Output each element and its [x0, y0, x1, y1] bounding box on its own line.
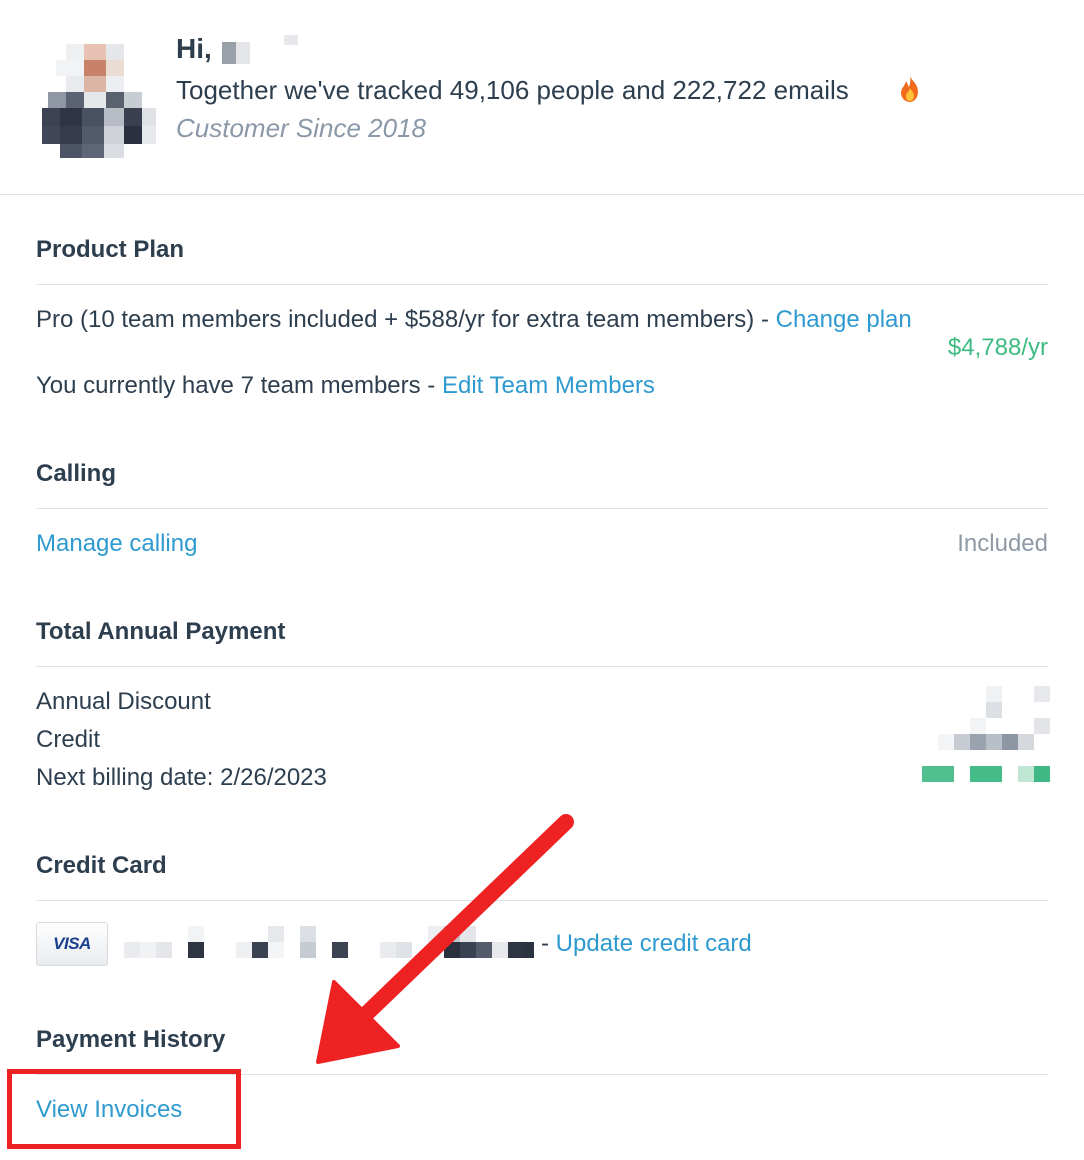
flame-icon — [901, 76, 918, 102]
header-divider — [0, 194, 1084, 195]
annual-discount-label: Annual Discount — [36, 688, 211, 715]
divider — [36, 666, 1048, 667]
redacted-amounts — [920, 684, 1054, 784]
manage-calling-link[interactable]: Manage calling — [36, 530, 197, 558]
payment-history-title: Payment History — [36, 1026, 226, 1053]
visa-card-icon: VISA — [36, 922, 108, 966]
credit-card-title: Credit Card — [36, 852, 167, 879]
redacted-card-number — [120, 924, 540, 960]
product-plan-title: Product Plan — [36, 236, 185, 263]
team-members-line: You currently have 7 team members - Edit… — [36, 372, 655, 400]
tracked-summary: Together we've tracked 49,106 people and… — [176, 75, 849, 105]
divider — [36, 508, 1048, 509]
credit-label: Credit — [36, 726, 101, 753]
change-plan-link[interactable]: Change plan — [776, 306, 912, 333]
edit-team-members-link[interactable]: Edit Team Members — [442, 372, 655, 399]
divider — [36, 284, 1048, 285]
annotation-arrow-icon — [316, 814, 574, 1064]
divider — [36, 900, 1048, 901]
update-card-line: - Update credit card — [541, 930, 752, 958]
highlight-box — [7, 1069, 241, 1149]
team-text: You currently have 7 team members - — [36, 372, 442, 399]
total-annual-payment-title: Total Annual Payment — [36, 618, 286, 645]
calling-title: Calling — [36, 460, 117, 487]
plan-description: Pro (10 team members included + $588/yr … — [36, 306, 912, 334]
greeting: Hi, — [176, 33, 212, 64]
plan-price: $4,788/yr — [947, 334, 1048, 361]
plan-text: Pro (10 team members included + $588/yr … — [36, 306, 776, 333]
avatar — [40, 28, 156, 160]
update-credit-card-link[interactable]: Update credit card — [556, 930, 752, 957]
redacted-name — [222, 35, 302, 65]
card-separator: - — [541, 930, 556, 957]
customer-since: Customer Since 2018 — [176, 113, 427, 143]
next-billing-date: Next billing date: 2/26/2023 — [36, 764, 327, 791]
calling-status: Included — [957, 530, 1048, 557]
